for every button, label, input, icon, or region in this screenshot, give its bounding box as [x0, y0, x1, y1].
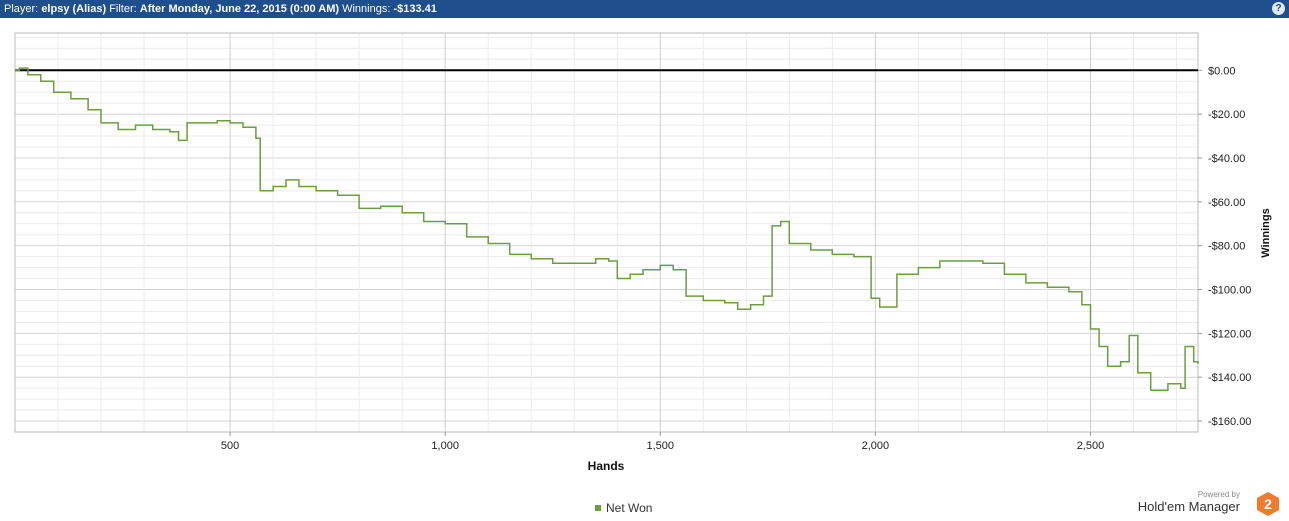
y-tick-label: -$80.00	[1208, 241, 1245, 253]
net-won-series-line	[15, 67, 1199, 392]
powered-by-text: Powered by	[1197, 490, 1240, 499]
y-tick-label: -$160.00	[1208, 416, 1251, 428]
product-name: Hold'em Manager	[1137, 499, 1240, 514]
net-won-legend-swatch	[595, 505, 601, 511]
x-tick-label: 2,000	[862, 440, 890, 452]
y-axis: $0.00 -$20.00 -$40.00 -$60.00 -$80.00 -$100.0…	[1198, 65, 1251, 428]
winnings-chart: 500 1,000 1,500 2,000 2,500 $0.00 -$20.00 -$40…	[14, 32, 1272, 473]
branding: Powered by Hold'em Manager 2	[1138, 490, 1279, 516]
plot-area	[14, 32, 1199, 433]
x-tick-label: 1,000	[431, 440, 459, 452]
y-axis-label: Winnings	[1260, 208, 1272, 257]
x-tick-label: 1,500	[647, 440, 675, 452]
filter-value: After Monday, June 22, 2015 (0:00 AM)	[139, 3, 340, 15]
x-tick-label: 500	[221, 440, 239, 452]
player-label: Player:	[4, 3, 39, 15]
holdem-manager-logo: 2	[1257, 492, 1279, 516]
chart-legend[interactable]: Net Won	[595, 501, 652, 515]
chart-header: Player: elpsy (Alias) Filter: After Mond…	[0, 0, 1289, 18]
x-axis-label: Hands	[588, 459, 625, 473]
y-tick-label: -$120.00	[1208, 328, 1251, 340]
y-tick-label: -$40.00	[1208, 153, 1245, 165]
y-tick-label: -$100.00	[1208, 285, 1251, 297]
player-value: elpsy (Alias)	[41, 3, 107, 15]
winnings-value: -$133.41	[393, 3, 437, 15]
y-tick-label: -$140.00	[1208, 372, 1251, 384]
y-tick-label: $0.00	[1208, 65, 1236, 77]
winnings-label: Winnings:	[342, 3, 391, 15]
x-tick-label: 2,500	[1077, 440, 1105, 452]
y-tick-label: -$20.00	[1208, 109, 1245, 121]
filter-label: Filter:	[109, 3, 137, 15]
grid	[15, 33, 1198, 432]
x-axis: 500 1,000 1,500 2,000 2,500	[221, 432, 1104, 452]
y-tick-label: -$60.00	[1208, 197, 1245, 209]
help-icon[interactable]: ?	[1272, 2, 1285, 15]
logo-glyph: 2	[1264, 496, 1272, 512]
net-won-legend-label: Net Won	[606, 501, 653, 515]
